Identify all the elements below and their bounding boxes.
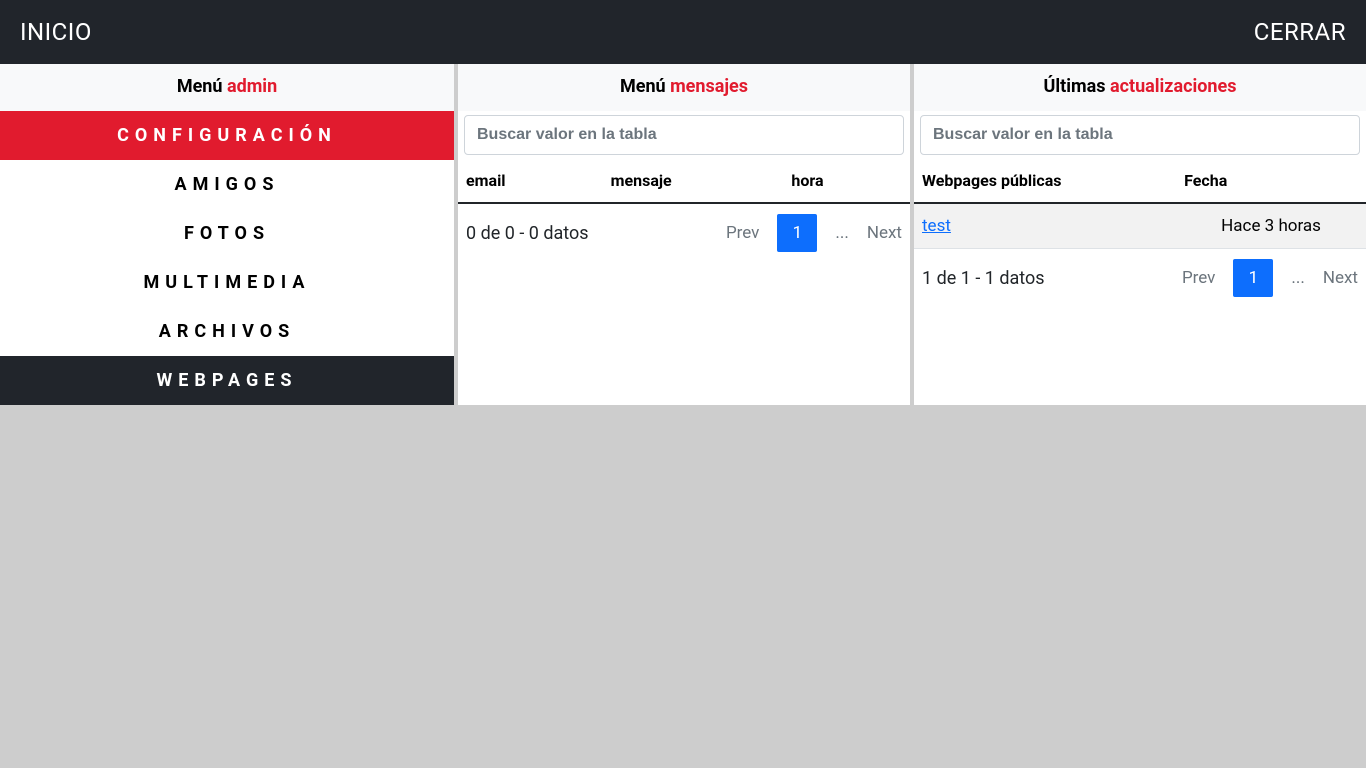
table-row: test Hace 3 horas — [914, 203, 1366, 249]
messages-page-dots: ... — [835, 223, 848, 243]
sidebar-item-archivos[interactable]: ARCHIVOS — [0, 307, 454, 356]
sidebar-title: Menú admin — [0, 64, 454, 111]
messages-col-mensaje[interactable]: mensaje — [603, 161, 784, 203]
messages-title-prefix: Menú — [620, 76, 670, 97]
sidebar: Menú admin CONFIGURACIÓN AMIGOS FOTOS MU… — [0, 64, 454, 405]
updates-title-prefix: Últimas — [1044, 76, 1110, 97]
messages-footer: 0 de 0 - 0 datos Prev 1 ... Next — [458, 204, 910, 266]
messages-panel: Menú mensajes email mensaje hora 0 de 0 … — [458, 64, 910, 405]
updates-title-accent: actualizaciones — [1110, 76, 1237, 97]
sidebar-item-webpages[interactable]: WEBPAGES — [0, 356, 454, 405]
messages-title-accent: mensajes — [670, 76, 748, 97]
updates-pager: Prev 1 ... Next — [1182, 259, 1358, 297]
messages-search-input[interactable] — [464, 115, 904, 155]
topbar: INICIO CERRAR — [0, 0, 1366, 64]
messages-count: 0 de 0 - 0 datos — [466, 223, 589, 244]
sidebar-menu: CONFIGURACIÓN AMIGOS FOTOS MULTIMEDIA AR… — [0, 111, 454, 405]
sidebar-item-amigos[interactable]: AMIGOS — [0, 160, 454, 209]
main-layout: Menú admin CONFIGURACIÓN AMIGOS FOTOS MU… — [0, 64, 1366, 405]
sidebar-item-fotos[interactable]: FOTOS — [0, 209, 454, 258]
updates-row-link[interactable]: test — [922, 216, 951, 236]
sidebar-item-configuracion[interactable]: CONFIGURACIÓN — [0, 111, 454, 160]
sidebar-item-multimedia[interactable]: MULTIMEDIA — [0, 258, 454, 307]
updates-row-date: Hace 3 horas — [1176, 203, 1366, 249]
messages-table: email mensaje hora — [458, 161, 910, 204]
messages-search — [464, 115, 904, 155]
messages-title: Menú mensajes — [458, 64, 910, 111]
updates-footer: 1 de 1 - 1 datos Prev 1 ... Next — [914, 249, 1366, 311]
updates-search — [920, 115, 1360, 155]
updates-col-fecha[interactable]: Fecha — [1176, 161, 1366, 203]
messages-pager: Prev 1 ... Next — [726, 214, 902, 252]
updates-next[interactable]: Next — [1323, 268, 1358, 288]
updates-title: Últimas actualizaciones — [914, 64, 1366, 111]
updates-page-current[interactable]: 1 — [1233, 259, 1273, 297]
updates-search-input[interactable] — [920, 115, 1360, 155]
messages-col-hora[interactable]: hora — [783, 161, 910, 203]
updates-page-dots: ... — [1291, 268, 1304, 288]
home-link[interactable]: INICIO — [20, 18, 92, 46]
updates-count: 1 de 1 - 1 datos — [922, 268, 1045, 289]
updates-panel: Últimas actualizaciones Webpages pública… — [914, 64, 1366, 405]
messages-page-current[interactable]: 1 — [777, 214, 817, 252]
sidebar-title-prefix: Menú — [177, 76, 227, 97]
updates-table: Webpages públicas Fecha test Hace 3 hora… — [914, 161, 1366, 249]
updates-col-webpages[interactable]: Webpages públicas — [914, 161, 1176, 203]
logout-link[interactable]: CERRAR — [1254, 18, 1346, 46]
messages-prev[interactable]: Prev — [726, 223, 759, 243]
messages-next[interactable]: Next — [867, 223, 902, 243]
sidebar-title-accent: admin — [227, 76, 277, 97]
messages-col-email[interactable]: email — [458, 161, 603, 203]
updates-prev[interactable]: Prev — [1182, 268, 1215, 288]
